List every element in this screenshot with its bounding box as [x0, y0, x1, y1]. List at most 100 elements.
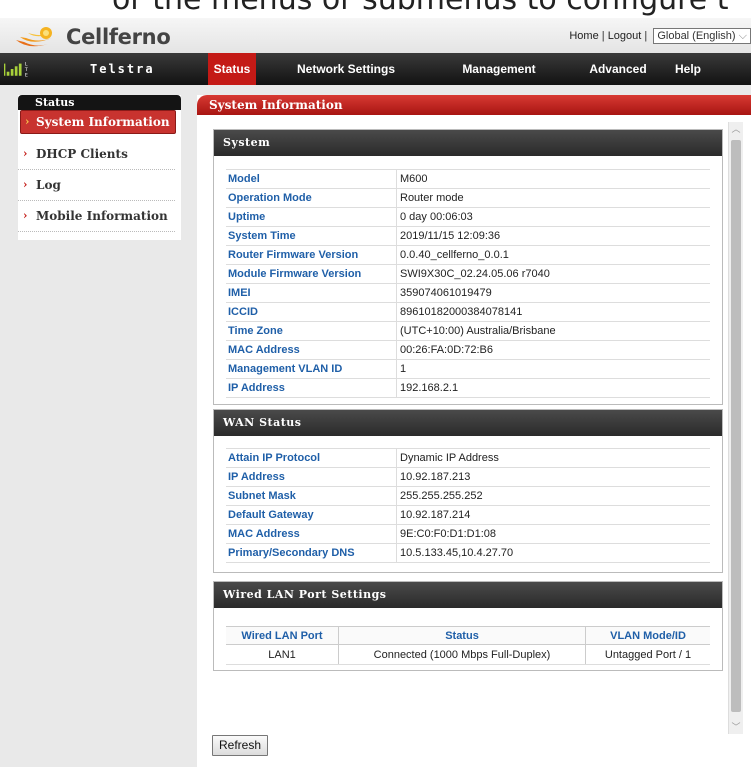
- wan-section: WAN Status Attain IP Protocol Dynamic IP …: [213, 409, 723, 573]
- top-links: Home | Logout | Global (English) ⌵: [569, 28, 751, 44]
- logo-text: Cellferno: [66, 25, 171, 49]
- nav-help[interactable]: Help: [668, 53, 708, 85]
- sidebar-title: Status: [18, 95, 181, 110]
- field-value: 192.168.2.1: [396, 378, 710, 398]
- lte-e: E: [25, 72, 28, 78]
- field-label: IP Address: [226, 378, 397, 398]
- field-label: MAC Address: [226, 524, 397, 544]
- scroll-up-icon[interactable]: ︿: [729, 122, 743, 136]
- lan-col-vlan: VLAN Mode/ID: [585, 626, 710, 645]
- field-value: 00:26:FA:0D:72:B6: [396, 340, 710, 360]
- lan-col-status: Status: [338, 626, 586, 645]
- sidebar-item-label: Log: [36, 178, 61, 192]
- field-value: 10.92.187.213: [396, 467, 710, 487]
- refresh-button[interactable]: Refresh: [212, 735, 269, 756]
- field-label: Module Firmware Version: [226, 264, 397, 284]
- language-value: Global (English): [657, 30, 736, 42]
- chevron-right-icon: ›: [23, 209, 28, 222]
- field-value: 89610182000384078141: [396, 302, 710, 322]
- wan-table: Attain IP Protocol Dynamic IP Address IP A…: [226, 448, 710, 563]
- sidebar-item-label: DHCP Clients: [36, 147, 128, 161]
- field-value: (UTC+10:00) Australia/Brisbane: [396, 321, 710, 341]
- field-label: Operation Mode: [226, 188, 397, 208]
- language-select[interactable]: Global (English) ⌵: [653, 28, 751, 44]
- field-label: Management VLAN ID: [226, 359, 397, 379]
- page-title: System Information: [197, 95, 751, 115]
- content-panel: System Information System Model M600 Opera…: [197, 95, 751, 767]
- field-label: Default Gateway: [226, 505, 397, 525]
- lte-l: L: [25, 62, 28, 68]
- scroll-thumb[interactable]: [731, 140, 741, 712]
- main-navbar: L T E Telstra Status Network Settings Ma…: [0, 53, 751, 85]
- nav-management[interactable]: Management: [454, 53, 544, 85]
- table-row: IP Address 10.92.187.213: [226, 467, 710, 487]
- lan-section: Wired LAN Port Settings Wired LAN Port S…: [213, 581, 723, 671]
- lte-t: T: [24, 67, 28, 73]
- scroll-area: System Model M600 Operation Mode Router mod…: [197, 115, 751, 767]
- nav-advanced[interactable]: Advanced: [583, 53, 653, 85]
- field-label: Model: [226, 169, 397, 189]
- chevron-right-icon: ›: [25, 115, 30, 128]
- divider: |: [601, 30, 605, 42]
- field-value: SWI9X30C_02.24.05.06 r7040: [396, 264, 710, 284]
- table-row: Time Zone (UTC+10:00) Australia/Brisbane: [226, 321, 710, 341]
- sidebar-item-log[interactable]: › Log: [18, 170, 175, 201]
- sidebar: Status › System Information › DHCP Clien…: [18, 95, 181, 240]
- home-link[interactable]: Home: [569, 30, 598, 42]
- nav-network-settings[interactable]: Network Settings: [290, 53, 402, 85]
- top-header: Cellferno Home | Logout | Global (Englis…: [0, 18, 751, 53]
- field-value: 359074061019479: [396, 283, 710, 303]
- table-row: ICCID 89610182000384078141: [226, 302, 710, 322]
- table-row: IMEI 359074061019479: [226, 283, 710, 303]
- divider: |: [644, 30, 648, 42]
- table-row: Default Gateway 10.92.187.214: [226, 505, 710, 525]
- field-label: Time Zone: [226, 321, 397, 341]
- logout-link[interactable]: Logout: [608, 30, 642, 42]
- table-row: Subnet Mask 255.255.255.252: [226, 486, 710, 506]
- table-row: Uptime 0 day 00:06:03: [226, 207, 710, 227]
- table-row: IP Address 192.168.2.1: [226, 378, 710, 398]
- lan-heading: Wired LAN Port Settings: [214, 582, 722, 608]
- table-row: Management VLAN ID 1: [226, 359, 710, 379]
- sidebar-item-mobile-information[interactable]: › Mobile Information: [18, 201, 175, 232]
- field-label: IMEI: [226, 283, 397, 303]
- field-label: Router Firmware Version: [226, 245, 397, 265]
- caption-text: or the menus or submenus to configure t: [112, 0, 729, 18]
- field-value: M600: [396, 169, 710, 189]
- field-value: 9E:C0:F0:D1:D1:08: [396, 524, 710, 544]
- scroll-down-icon[interactable]: ﹀: [729, 720, 743, 734]
- lan-col-port: Wired LAN Port: [226, 626, 339, 645]
- table-row: Router Firmware Version 0.0.40_cellferno_…: [226, 245, 710, 265]
- chevron-down-icon: ⌵: [738, 30, 747, 42]
- page-caption: or the menus or submenus to configure t: [0, 0, 751, 18]
- table-row: Operation Mode Router mode: [226, 188, 710, 208]
- field-label: Subnet Mask: [226, 486, 397, 506]
- field-value: 1: [396, 359, 710, 379]
- lte-signal-icon: L T E: [4, 62, 28, 78]
- field-label: Attain IP Protocol: [226, 448, 397, 468]
- field-label: System Time: [226, 226, 397, 246]
- nav-status[interactable]: Status: [208, 53, 256, 85]
- field-value: 0 day 00:06:03: [396, 207, 710, 227]
- table-row: Model M600: [226, 169, 710, 189]
- sidebar-item-label: System Information: [36, 115, 170, 129]
- system-table: Model M600 Operation Mode Router mode Uptime…: [226, 169, 710, 398]
- field-value: 0.0.40_cellferno_0.0.1: [396, 245, 710, 265]
- field-value: 10.5.133.45,10.4.27.70: [396, 543, 710, 563]
- table-row: LAN1 Connected (1000 Mbps Full-Duplex) U…: [226, 644, 710, 665]
- sidebar-item-label: Mobile Information: [36, 209, 168, 223]
- field-label: ICCID: [226, 302, 397, 322]
- chevron-right-icon: ›: [23, 178, 28, 191]
- lan-table: Wired LAN Port Status VLAN Mode/ID LAN1 …: [226, 626, 710, 665]
- field-value: Router mode: [396, 188, 710, 208]
- sidebar-item-dhcp-clients[interactable]: › DHCP Clients: [18, 139, 175, 170]
- vertical-scrollbar[interactable]: ︿ ﹀: [728, 122, 743, 734]
- table-row: Module Firmware Version SWI9X30C_02.24.05…: [226, 264, 710, 284]
- field-value: 10.92.187.214: [396, 505, 710, 525]
- table-row: System Time 2019/11/15 12:09:36: [226, 226, 710, 246]
- lan-status-cell: Connected (1000 Mbps Full-Duplex): [338, 644, 586, 665]
- field-value: 255.255.255.252: [396, 486, 710, 506]
- table-row: Primary/Secondary DNS 10.5.133.45,10.4.27…: [226, 543, 710, 563]
- field-label: Uptime: [226, 207, 397, 227]
- sidebar-item-system-information[interactable]: › System Information: [20, 110, 176, 134]
